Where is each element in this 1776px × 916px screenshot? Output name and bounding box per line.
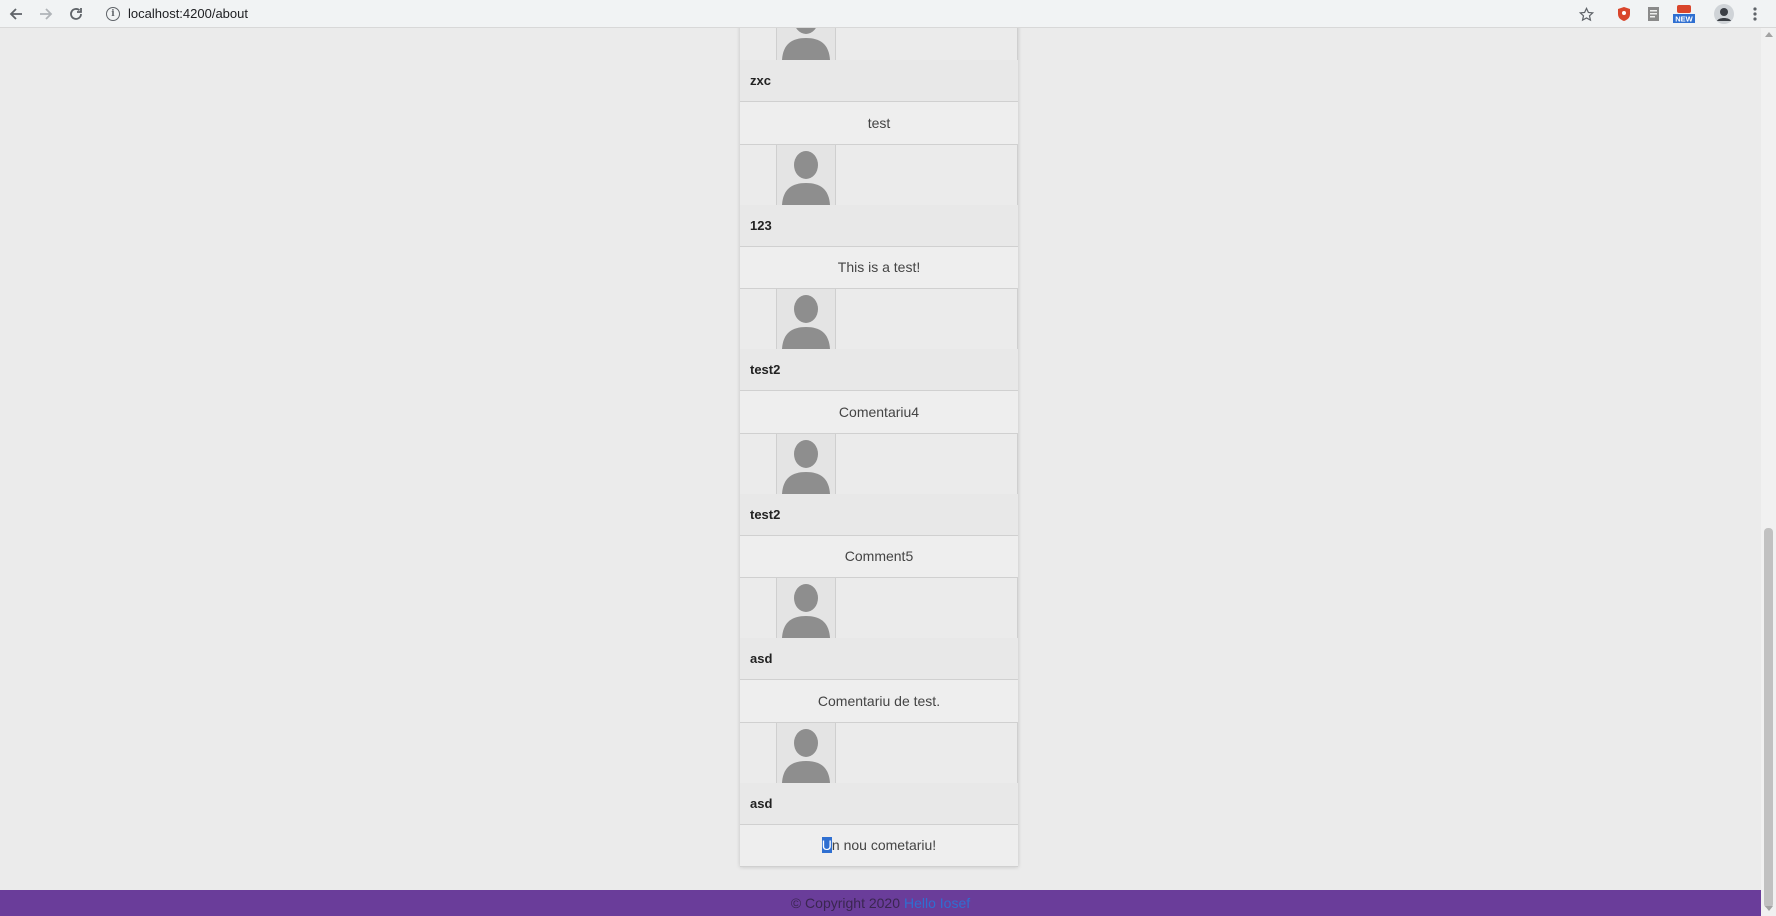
user-silhouette-icon [777,584,835,638]
footer-copyright: © Copyright 2020 [790,895,900,911]
reload-icon[interactable] [64,2,88,26]
comment-item: test2 Comment5 [740,433,1018,578]
comment-text: This is a test! [740,246,1018,289]
comment-item: asd Comentariu de test. [740,578,1018,723]
author-row: zxc [740,60,1018,102]
info-icon[interactable]: i [106,7,120,21]
comment-text: Un nou cometariu! [740,824,1018,867]
comment-text: test [740,102,1018,145]
user-silhouette-icon [777,150,835,205]
avatar-row [740,289,1018,349]
scrollbar-thumb[interactable] [1764,528,1773,908]
new-badge-label: NEW [1675,15,1693,24]
menu-kebab-icon[interactable] [1745,4,1765,24]
user-silhouette-icon [777,439,835,494]
scroll-up-icon[interactable] [1765,32,1773,37]
avatar [776,144,836,205]
comment-author: asd [750,651,773,666]
selected-text: U [821,837,832,854]
comment-text-rest: n nou cometariu! [831,837,937,854]
author-row: 123 [740,204,1018,247]
avatar-row [740,144,1018,205]
document-extension-icon[interactable] [1643,4,1663,24]
avatar-row [740,722,1018,783]
author-row: asd [740,638,1018,680]
forward-arrow-icon[interactable] [34,2,58,26]
footer-greeting-link[interactable]: Hello Iosef [904,895,970,911]
comment-item: asd Un nou cometariu! [740,722,1018,867]
star-icon[interactable] [1576,4,1596,24]
page-content: zxc test 123 This is a test! test2 Comentariu… [0,28,1761,916]
author-row: test2 [740,349,1018,391]
comment-text: Comentariu4 [740,391,1018,434]
avatar [776,289,836,349]
comment-item: 123 This is a test! [740,144,1018,289]
profile-avatar-icon[interactable] [1714,4,1734,24]
avatar [776,722,836,783]
back-arrow-icon[interactable] [4,2,28,26]
comment-author: 123 [750,217,772,233]
comment-text: Comment5 [740,535,1018,578]
avatar [776,433,836,494]
user-silhouette-icon [777,28,835,60]
comments-list: zxc test 123 This is a test! test2 Comentariu… [740,28,1018,867]
shield-extension-icon[interactable] [1614,4,1634,24]
author-row: asd [740,782,1018,825]
avatar [776,28,836,60]
avatar [776,578,836,638]
user-silhouette-icon [777,728,835,783]
url-text[interactable]: localhost:4200/about [128,6,248,21]
comment-text: Comentariu de test. [740,680,1018,723]
browser-toolbar: i localhost:4200/about NEW [0,0,1776,28]
footer: © Copyright 2020 Hello Iosef [0,890,1761,916]
avatar-row [740,433,1018,494]
page-scrollbar[interactable] [1761,28,1776,916]
comment-author: asd [750,795,773,811]
author-row: test2 [740,493,1018,536]
address-bar[interactable]: i localhost:4200/about [100,2,1600,26]
comment-item: zxc test [740,28,1018,145]
avatar-row [740,28,1018,60]
new-badge-extension-icon[interactable]: NEW [1672,4,1696,24]
user-silhouette-icon [777,295,835,349]
comment-author: test2 [750,506,781,522]
comment-item: test2 Comentariu4 [740,289,1018,434]
scroll-down-icon[interactable] [1765,906,1773,911]
comment-author: zxc [750,73,771,88]
avatar-row [740,578,1018,638]
comment-author: test2 [750,362,781,377]
